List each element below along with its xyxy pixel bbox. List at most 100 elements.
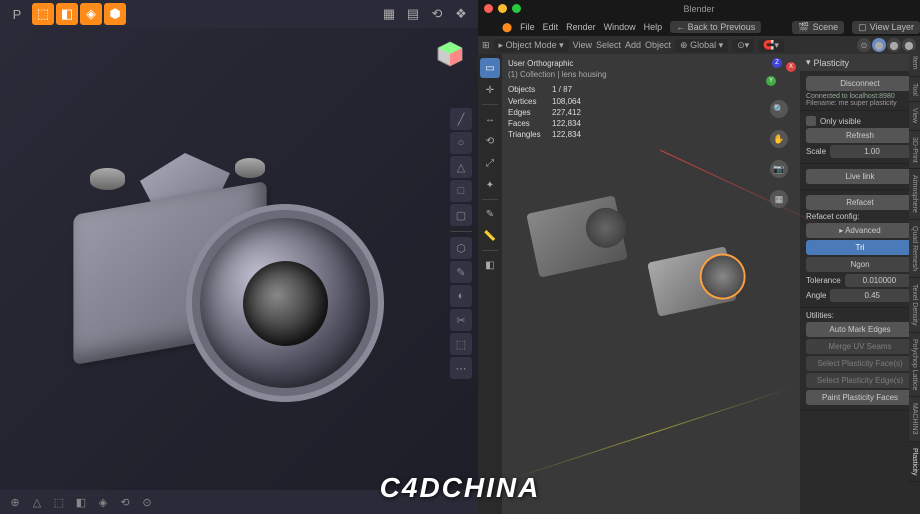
scale-field[interactable]: 1.00 — [830, 145, 914, 158]
select-mode-1[interactable]: ⬚ — [32, 3, 54, 25]
disconnect-button[interactable]: Disconnect — [806, 76, 914, 91]
vtab-quad[interactable]: Quad Remesh — [909, 220, 920, 278]
view-btn-1[interactable]: ▦ — [378, 3, 400, 25]
editor-type-icon[interactable]: ⊞ — [482, 40, 490, 51]
object-menu-vp[interactable]: Object — [645, 40, 671, 50]
matprev-shading[interactable]: ⬤ — [887, 38, 901, 52]
snap-4[interactable]: ◧ — [72, 493, 90, 511]
view-btn-4[interactable]: ❖ — [450, 3, 472, 25]
minimize-window[interactable] — [498, 4, 507, 13]
triangle-tool[interactable]: △ — [450, 156, 472, 178]
select-mode-2[interactable]: ◧ — [56, 3, 78, 25]
plasticity-tool-palette: ╱ ○ △ □ ▢ ⬡ ✎ ◐ ✂ ⬚ ⋯ — [450, 108, 472, 379]
vtab-texel[interactable]: Texel Density — [909, 278, 920, 333]
zoom-icon[interactable]: 🔍 — [770, 100, 788, 118]
stat-verts-value: 108,064 — [552, 96, 581, 107]
select-faces-button[interactable]: Select Plasticity Face(s) — [806, 356, 914, 371]
rect-tool[interactable]: ▢ — [450, 204, 472, 226]
close-window[interactable] — [484, 4, 493, 13]
poly-tool[interactable]: ⬡ — [450, 237, 472, 259]
scale-label: Scale — [806, 147, 826, 156]
wireframe-shading[interactable]: ⊙ — [857, 38, 871, 52]
snap-2[interactable]: △ — [28, 493, 46, 511]
sketch-tool[interactable]: ✎ — [450, 261, 472, 283]
snap-3[interactable]: ⬚ — [50, 493, 68, 511]
render-menu[interactable]: Render — [566, 22, 596, 32]
angle-field[interactable]: 0.45 — [830, 289, 914, 302]
select-box-tool[interactable]: ▭ — [480, 58, 500, 78]
line-tool[interactable]: ╱ — [450, 108, 472, 130]
circle-tool[interactable]: ○ — [450, 132, 472, 154]
file-menu[interactable]: File — [520, 22, 535, 32]
nav-cube[interactable] — [434, 38, 466, 70]
only-visible-checkbox[interactable] — [806, 116, 816, 126]
cursor-tool[interactable]: ✛ — [480, 80, 500, 100]
live-link-button[interactable]: Live link — [806, 169, 914, 184]
auto-mark-button[interactable]: Auto Mark Edges — [806, 322, 914, 337]
annotate-tool[interactable]: ✎ — [480, 204, 500, 224]
box-tool[interactable]: □ — [450, 180, 472, 202]
frame-tool[interactable]: ⬚ — [450, 333, 472, 355]
vtab-polychop[interactable]: Polychop Lattice — [909, 333, 920, 397]
snap-dropdown[interactable]: 🧲▾ — [758, 39, 784, 52]
move-tool[interactable]: ↔ — [480, 109, 500, 129]
cut-tool[interactable]: ✂ — [450, 309, 472, 331]
transform-tool[interactable]: ✦ — [480, 175, 500, 195]
back-to-previous-button[interactable]: ← Back to Previous — [670, 21, 761, 33]
vtab-machin3[interactable]: MACHIN3 — [909, 397, 920, 442]
paint-faces-button[interactable]: Paint Plasticity Faces — [806, 390, 914, 405]
vtab-view[interactable]: View — [909, 102, 920, 130]
plasticity-viewport[interactable]: ╱ ○ △ □ ▢ ⬡ ✎ ◐ ✂ ⬚ ⋯ — [0, 28, 478, 490]
view-menu-vp[interactable]: View — [573, 40, 592, 50]
help-menu[interactable]: Help — [644, 22, 663, 32]
viewlayer-dropdown[interactable]: ▢ View Layer — [852, 21, 920, 34]
view-btn-3[interactable]: ⟲ — [426, 3, 448, 25]
add-cube-tool[interactable]: ◧ — [480, 255, 500, 275]
select-edges-button[interactable]: Select Plasticity Edge(s) — [806, 373, 914, 388]
app-logo[interactable]: P — [6, 3, 28, 25]
ngon-option[interactable]: Ngon — [806, 257, 914, 272]
scene-dropdown[interactable]: 🎬 Scene — [792, 21, 844, 34]
add-menu-vp[interactable]: Add — [625, 40, 641, 50]
vtab-atmosphere[interactable]: Atmosphere — [909, 169, 920, 220]
vtab-tool[interactable]: Tool — [909, 77, 920, 103]
tolerance-field[interactable]: 0.010000 — [845, 274, 914, 287]
window-menu[interactable]: Window — [604, 22, 636, 32]
snap-1[interactable]: ⊕ — [6, 493, 24, 511]
perspective-icon[interactable]: ▦ — [770, 190, 788, 208]
merge-uv-button[interactable]: Merge UV Seams — [806, 339, 914, 354]
select-mode-3[interactable]: ◈ — [80, 3, 102, 25]
rotate-tool[interactable]: ⟲ — [480, 131, 500, 151]
nav-gizmo[interactable]: X Y Z — [764, 58, 794, 88]
select-mode-4[interactable]: ⬢ — [104, 3, 126, 25]
shade-tool[interactable]: ◐ — [450, 285, 472, 307]
snap-7[interactable]: ⊙ — [138, 493, 156, 511]
mode-dropdown[interactable]: ▸ Object Mode ▾ — [494, 39, 569, 52]
edit-menu[interactable]: Edit — [543, 22, 559, 32]
vtab-item[interactable]: Item — [909, 50, 920, 77]
more-tool[interactable]: ⋯ — [450, 357, 472, 379]
tri-option[interactable]: Tri — [806, 240, 914, 255]
snap-6[interactable]: ⟲ — [116, 493, 134, 511]
vtab-3dprint[interactable]: 3D-Print — [909, 131, 920, 170]
camera-object-selected[interactable] — [647, 246, 737, 316]
blender-viewport[interactable]: User Orthographic (1) Collection | lens … — [502, 54, 800, 514]
panel-title[interactable]: ▾ Plasticity — [800, 54, 920, 71]
camera-icon[interactable]: 📷 — [770, 160, 788, 178]
snap-5[interactable]: ◈ — [94, 493, 112, 511]
stat-faces-value: 122,834 — [552, 118, 581, 129]
pan-icon[interactable]: ✋ — [770, 130, 788, 148]
vtab-plasticity[interactable]: Plasticity — [909, 442, 920, 483]
view-btn-2[interactable]: ▤ — [402, 3, 424, 25]
maximize-window[interactable] — [512, 4, 521, 13]
orientation-dropdown[interactable]: ⊕ Global ▾ — [675, 39, 728, 52]
scale-tool[interactable]: ⤢ — [480, 153, 500, 173]
refacet-button[interactable]: Refacet — [806, 195, 914, 210]
pivot-dropdown[interactable]: ⊙▾ — [732, 39, 754, 52]
solid-shading[interactable]: ⬤ — [872, 38, 886, 52]
measure-tool[interactable]: 📏 — [480, 226, 500, 246]
refresh-button[interactable]: Refresh — [806, 128, 914, 143]
camera-object-lowpoly[interactable] — [526, 195, 628, 277]
blender-titlebar: Blender — [478, 0, 920, 18]
select-menu-vp[interactable]: Select — [596, 40, 621, 50]
